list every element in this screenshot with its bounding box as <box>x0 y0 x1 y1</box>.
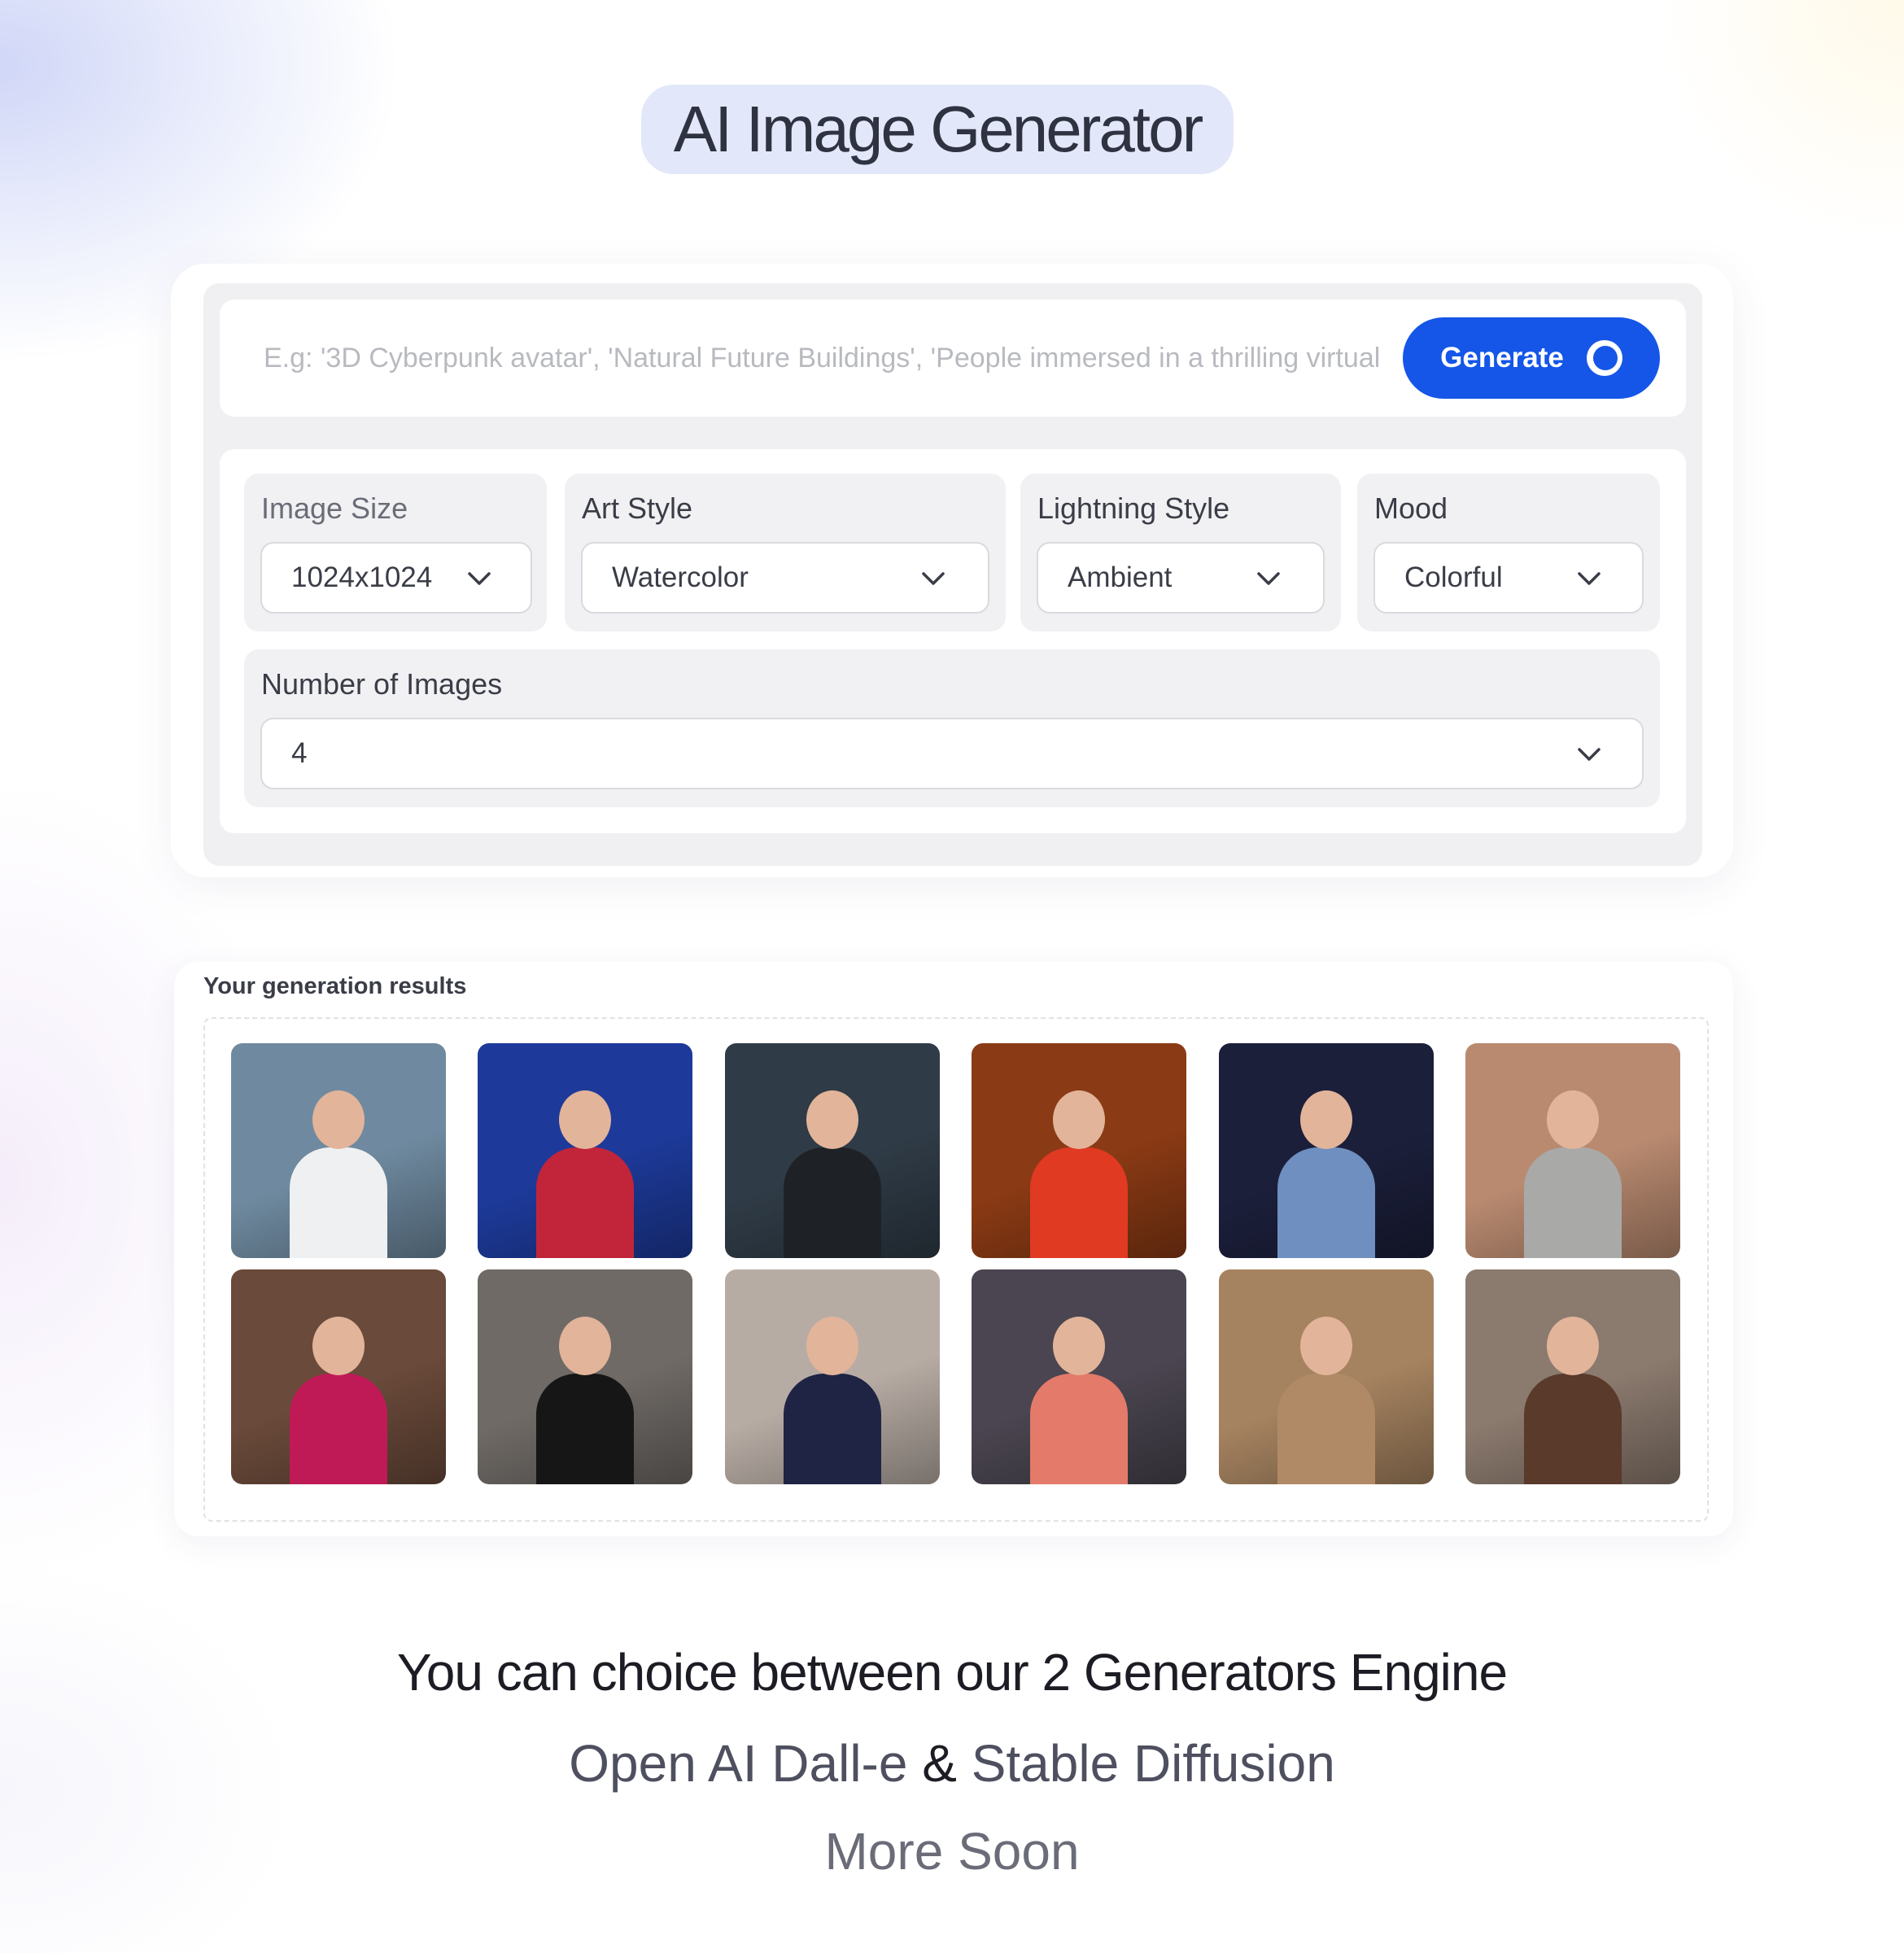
mood-group: Mood Colorful <box>1357 474 1660 631</box>
figure-head <box>312 1317 365 1375</box>
figure-body <box>1277 1374 1375 1484</box>
result-image-6[interactable] <box>1465 1043 1680 1258</box>
chevron-down-icon <box>1257 572 1280 585</box>
lightning-style-label: Lightning Style <box>1037 492 1230 525</box>
engines-list: Open AI Dall-e & Stable Diffusion <box>0 1733 1904 1794</box>
photo-woman-pink-dress-icon <box>972 1269 1186 1484</box>
lightning-style-select[interactable]: Ambient <box>1037 542 1325 614</box>
generate-button-label: Generate <box>1440 342 1564 374</box>
chevron-down-icon <box>1578 748 1600 761</box>
chevron-down-icon <box>468 572 491 585</box>
figure-head <box>1053 1090 1105 1149</box>
more-soon-text: More Soon <box>824 1822 1080 1881</box>
figure-head <box>1547 1090 1599 1149</box>
result-image-3[interactable] <box>725 1043 940 1258</box>
figure-head <box>1300 1090 1352 1149</box>
figure-body <box>784 1147 881 1258</box>
photo-woman-red-dress-icon <box>972 1043 1186 1258</box>
image-size-group: Image Size 1024x1024 <box>244 474 547 631</box>
image-size-value: 1024x1024 <box>291 561 433 593</box>
number-of-images-label: Number of Images <box>261 667 503 701</box>
generate-button[interactable]: Generate <box>1403 317 1660 399</box>
result-image-1[interactable] <box>231 1043 446 1258</box>
photo-woman-dark-chair-icon <box>725 1043 940 1258</box>
figure-body <box>1030 1374 1128 1484</box>
figure-head <box>1300 1317 1352 1375</box>
chevron-down-icon <box>922 572 945 585</box>
engine-stable-diffusion: Stable Diffusion <box>971 1734 1335 1793</box>
photo-woman-jeans-neon-icon <box>1219 1043 1434 1258</box>
figure-head <box>559 1317 611 1375</box>
figure-body <box>536 1374 634 1484</box>
mood-value: Colorful <box>1404 561 1503 593</box>
figure-head <box>806 1090 858 1149</box>
lightning-style-group: Lightning Style Ambient <box>1020 474 1341 631</box>
page-title-pill: AI Image Generator <box>641 85 1234 174</box>
art-style-label: Art Style <box>582 492 693 525</box>
photo-woman-white-chair-icon <box>725 1269 940 1484</box>
chevron-down-icon <box>1578 572 1600 585</box>
result-image-5[interactable] <box>1219 1043 1434 1258</box>
image-size-select[interactable]: 1024x1024 <box>260 542 532 614</box>
result-image-4[interactable] <box>972 1043 1186 1258</box>
results-title: Your generation results <box>203 973 467 999</box>
figure-head <box>1053 1317 1105 1375</box>
photo-man-white-shirt-icon <box>231 1043 446 1258</box>
result-image-2[interactable] <box>478 1043 692 1258</box>
figure-body <box>1524 1147 1622 1258</box>
number-of-images-select[interactable]: 4 <box>260 718 1644 789</box>
image-size-label: Image Size <box>261 492 408 525</box>
photo-woman-number-props-icon <box>1465 1043 1680 1258</box>
figure-body <box>1030 1147 1128 1258</box>
figure-body <box>784 1374 881 1484</box>
page-title: AI Image Generator <box>673 93 1204 165</box>
art-style-value: Watercolor <box>612 561 749 593</box>
result-image-12[interactable] <box>1465 1269 1680 1484</box>
art-style-select[interactable]: Watercolor <box>581 542 989 614</box>
figure-head <box>806 1317 858 1375</box>
result-image-11[interactable] <box>1219 1269 1434 1484</box>
figure-body <box>290 1374 387 1484</box>
number-of-images-group: Number of Images 4 <box>244 649 1660 807</box>
mood-select[interactable]: Colorful <box>1373 542 1644 614</box>
engine-separator: & <box>922 1734 957 1793</box>
mood-label: Mood <box>1374 492 1448 525</box>
figure-head <box>312 1090 365 1149</box>
result-image-9[interactable] <box>725 1269 940 1484</box>
result-image-8[interactable] <box>478 1269 692 1484</box>
figure-body <box>536 1147 634 1258</box>
art-style-group: Art Style Watercolor <box>565 474 1006 631</box>
engines-heading: You can choice between our 2 Generators … <box>396 1643 1508 1702</box>
figure-body <box>1277 1147 1375 1258</box>
figure-body <box>290 1147 387 1258</box>
photo-woman-red-plaid-icon <box>478 1043 692 1258</box>
photo-woman-black-blouse-icon <box>478 1269 692 1484</box>
photo-woman-balloons-icon <box>231 1269 446 1484</box>
photo-woman-champagne-icon <box>1219 1269 1434 1484</box>
figure-head <box>1547 1317 1599 1375</box>
lightning-style-value: Ambient <box>1068 561 1173 593</box>
result-image-10[interactable] <box>972 1269 1186 1484</box>
prompt-input[interactable] <box>244 326 1408 391</box>
engine-dalle: Open AI Dall-e <box>569 1734 908 1793</box>
figure-body <box>1524 1374 1622 1484</box>
figure-head <box>559 1090 611 1149</box>
photo-two-women-clock-icon <box>1465 1269 1680 1484</box>
loading-spinner-icon <box>1586 340 1622 376</box>
result-image-7[interactable] <box>231 1269 446 1484</box>
number-of-images-value: 4 <box>291 737 308 769</box>
